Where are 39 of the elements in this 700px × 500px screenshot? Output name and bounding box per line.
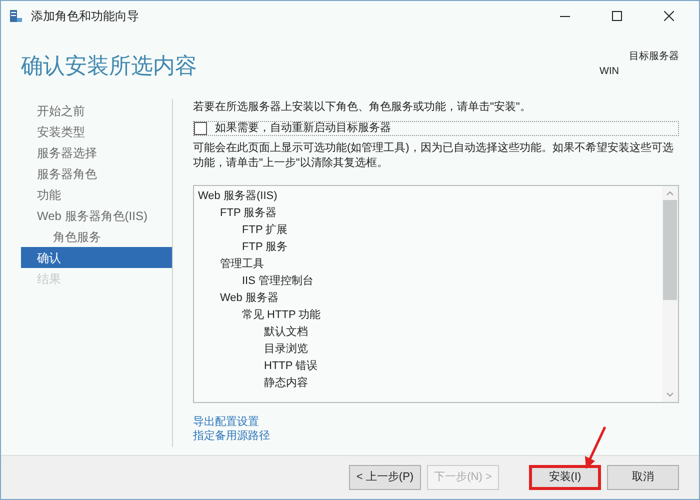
feature-item: 静态内容 [264, 377, 308, 389]
wizard-button[interactable]: 安装(I) [529, 465, 601, 490]
feature-item: Web 服务器 [220, 292, 278, 304]
restart-option[interactable]: 如果需要，自动重新启动目标服务器 [193, 121, 679, 136]
wizard-step[interactable]: 安装类型 [21, 121, 172, 142]
feature-item: HTTP 错误 [264, 360, 318, 372]
maximize-icon [612, 11, 622, 21]
link[interactable]: 指定备用源路径 [193, 429, 270, 443]
feature-item: 管理工具 [220, 258, 264, 270]
feature-item: 默认文档 [264, 326, 308, 338]
window-title: 添加角色和功能向导 [31, 8, 140, 25]
target-server-name: WIN [600, 65, 619, 79]
note-text: 可能会在此页面上显示可选功能(如管理工具)，因为已自动选择这些功能。如果不希望安装这些可选功能，请单击"上一步"以清除其复选框。 [193, 141, 674, 171]
server-app-icon [9, 9, 23, 23]
page-title: 确认安装所选内容 [21, 52, 197, 80]
wizard-step[interactable]: 功能 [21, 184, 172, 205]
wizard-button[interactable]: < 上一步(P) [349, 465, 421, 490]
wizard-button[interactable]: 取消 [607, 465, 679, 490]
wizard-step[interactable]: 确认 [21, 247, 172, 268]
feature-item: Web 服务器(IIS) [198, 190, 278, 202]
wizard-step[interactable]: 开始之前 [21, 100, 172, 121]
checkbox[interactable] [194, 122, 207, 135]
feature-item: FTP 服务 [242, 241, 288, 253]
scrollbar[interactable] [662, 186, 678, 402]
annotation-arrow-icon [583, 426, 607, 470]
wizard-step[interactable]: 角色服务 [21, 226, 172, 247]
wizard-step[interactable]: Web 服务器角色(IIS) [21, 205, 172, 226]
feature-item: 常见 HTTP 功能 [242, 309, 321, 321]
feature-item: FTP 扩展 [242, 224, 288, 236]
scroll-thumb[interactable] [663, 200, 677, 300]
wizard-step[interactable]: 服务器选择 [21, 142, 172, 163]
wizard-step[interactable]: 服务器角色 [21, 163, 172, 184]
feature-item: IIS 管理控制台 [242, 275, 314, 287]
link[interactable]: 导出配置设置 [193, 415, 259, 429]
target-server-label: 目标服务器 [629, 50, 679, 64]
close-icon [664, 11, 674, 21]
intro-text: 若要在所选服务器上安装以下角色、角色服务或功能，请单击"安装"。 [193, 100, 532, 115]
feature-item: FTP 服务器 [220, 207, 277, 219]
feature-item: 目录浏览 [264, 343, 308, 355]
